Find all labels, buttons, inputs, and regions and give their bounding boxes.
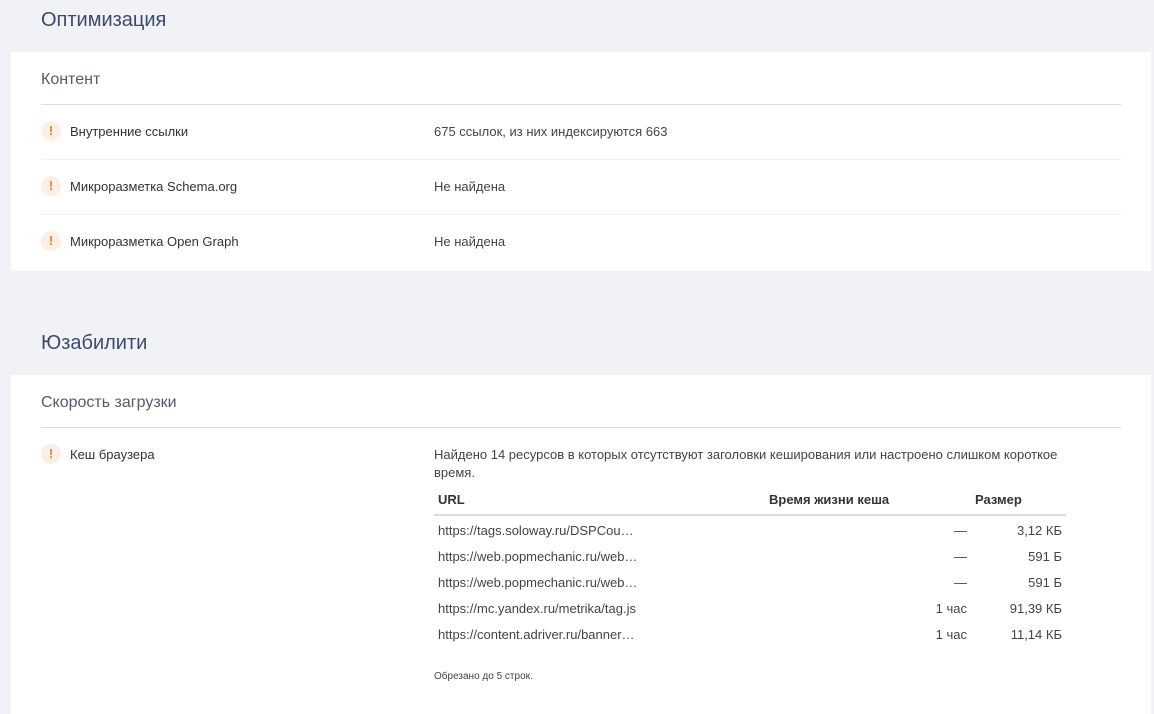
cache-table: URL Время жизни кеша Размер https://tags… (434, 489, 1066, 648)
group-header-speed: Скорость загрузки (41, 375, 1121, 428)
check-row-internal-links[interactable]: ! Внутренние ссылки 675 ссылок, из них и… (41, 105, 1121, 160)
check-label: Внутренние ссылки (70, 124, 189, 139)
cache-lifetime: 1 час (935, 627, 967, 642)
resource-url[interactable]: https://web.popmechanic.ru/web… (438, 575, 637, 590)
column-header-url[interactable]: URL (438, 492, 465, 507)
check-value: 675 ссылок, из них индексируются 663 (434, 124, 668, 139)
check-row-schema-org[interactable]: ! Микроразметка Schema.org Не найдена (41, 160, 1121, 215)
cache-lifetime: — (954, 549, 967, 564)
resource-size: 11,14 КБ (1010, 627, 1062, 642)
resource-url[interactable]: https://mc.yandex.ru/metrika/tag.js (438, 601, 636, 616)
resource-size: 591 Б (1028, 549, 1062, 564)
warning-icon: ! (41, 121, 61, 141)
section-title-usability: Юзабилити (41, 332, 148, 354)
cache-lifetime: — (954, 575, 967, 590)
cache-lifetime: — (954, 523, 967, 538)
column-header-cache-lifetime[interactable]: Время жизни кеша (769, 492, 889, 507)
check-label-browser-cache[interactable]: Кеш браузера (70, 447, 155, 462)
group-title: Скорость загрузки (41, 394, 177, 411)
resource-size: 3,12 КБ (1016, 523, 1062, 538)
table-row: https://web.popmechanic.ru/web… — 591 Б (434, 544, 1066, 570)
cache-lifetime: 1 час (935, 601, 967, 616)
check-label: Микроразметка Schema.org (70, 179, 238, 194)
group-title: Контент (41, 71, 101, 88)
section-title-optimization: Оптимизация (41, 9, 167, 31)
resource-url[interactable]: https://web.popmechanic.ru/web… (438, 549, 637, 564)
check-value: Не найдена (434, 234, 506, 249)
content-card: Контент ! Внутренние ссылки 675 ссылок, … (11, 52, 1151, 271)
table-row: https://content.adriver.ru/banner… 1 час… (434, 622, 1066, 648)
resource-size: 91,39 КБ (1009, 601, 1062, 616)
resource-url[interactable]: https://tags.soloway.ru/DSPCou… (438, 523, 634, 538)
resource-url[interactable]: https://content.adriver.ru/banner… (438, 627, 635, 642)
cache-description: Найдено 14 ресурсов в которых отсутствую… (434, 447, 1058, 480)
warning-icon: ! (41, 176, 61, 196)
table-row: https://web.popmechanic.ru/web… — 591 Б (434, 570, 1066, 596)
table-header: URL Время жизни кеша Размер (434, 489, 1066, 516)
check-row-open-graph[interactable]: ! Микроразметка Open Graph Не найдена (41, 215, 1121, 270)
resource-size: 591 Б (1028, 575, 1062, 590)
column-header-size[interactable]: Размер (975, 492, 1022, 507)
group-header-content: Контент (41, 52, 1121, 105)
check-value: Не найдена (434, 179, 506, 194)
table-row: https://tags.soloway.ru/DSPCou… — 3,12 К… (434, 518, 1066, 544)
table-row: https://mc.yandex.ru/metrika/tag.js 1 ча… (434, 596, 1066, 622)
warning-icon: ! (41, 231, 61, 251)
truncation-note: Обрезано до 5 строк. (434, 671, 533, 682)
warning-icon: ! (41, 444, 61, 464)
speed-card: Скорость загрузки ! Кеш браузера Найдено… (11, 375, 1151, 714)
check-label: Микроразметка Open Graph (70, 234, 239, 249)
